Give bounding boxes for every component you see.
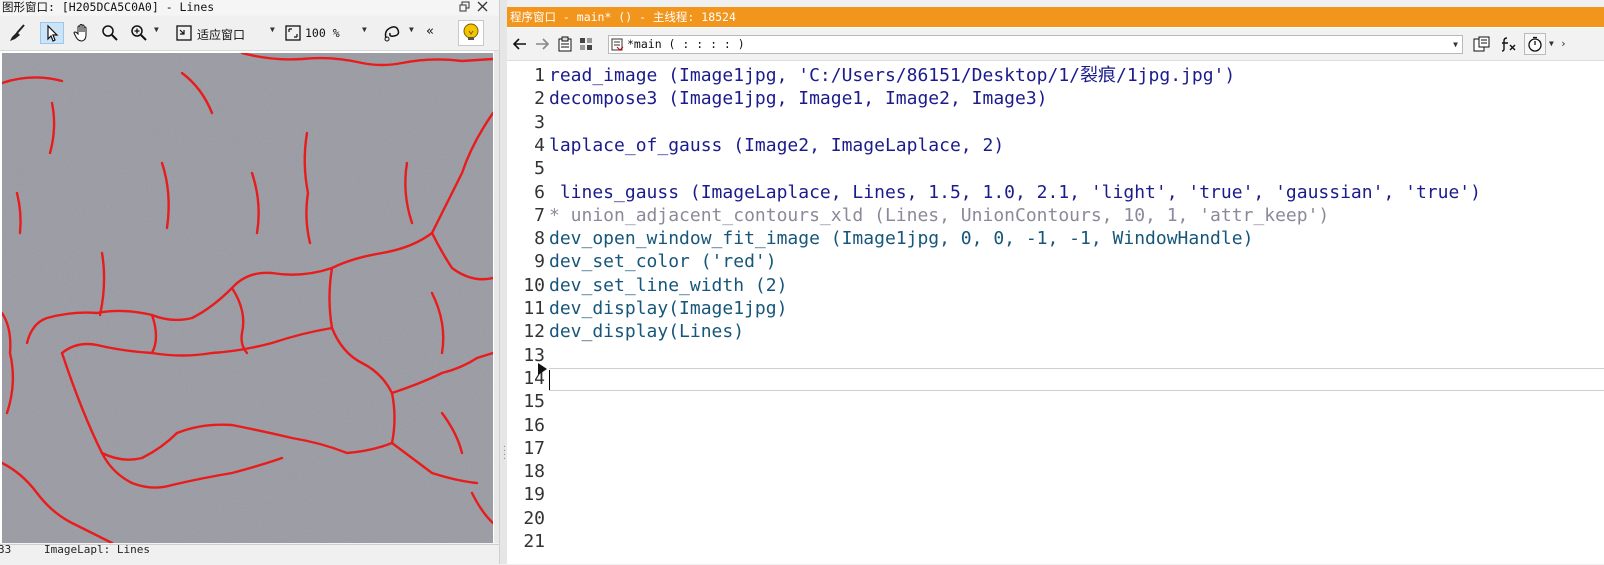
copy-procedure-icon[interactable] [1472, 35, 1492, 53]
code-line[interactable]: 21 [507, 530, 1604, 553]
procedure-icon [611, 38, 624, 56]
zoom-percent-dropdown-icon[interactable]: ▼ [362, 25, 367, 34]
line-number: 18 [523, 461, 545, 483]
zoom-percent-label[interactable]: 100 % [305, 26, 340, 40]
graphics-toolbar: ▼ 适应窗口 ▼ 100 % ▼ ▼ « [0, 16, 506, 51]
status-right-text: ImageLapl: Lines [44, 543, 150, 556]
restore-window-icon[interactable] [458, 1, 471, 14]
program-toolbar: *main ( : : : : ) ▼ ▼ › [507, 28, 1604, 61]
procedure-select-value: *main ( : : : : ) [627, 37, 745, 51]
lightbulb-icon[interactable] [458, 20, 484, 46]
code-line[interactable]: 16 [507, 414, 1604, 437]
code-line[interactable]: 9 dev_set_color ('red') [507, 250, 1604, 273]
zoom-mode-label[interactable]: 适应窗口 [197, 26, 245, 43]
magnify-icon[interactable] [98, 22, 122, 44]
code-line[interactable]: 4 laplace_of_gauss (Image2, ImageLaplace,… [507, 134, 1604, 157]
line-number: 5 [534, 158, 545, 180]
line-number: 1 [534, 65, 545, 86]
code-line[interactable]: 17 [507, 437, 1604, 460]
draw-region-dropdown-icon[interactable]: ▼ [409, 25, 414, 34]
more-tools-icon[interactable]: « [426, 24, 434, 39]
timer-icon[interactable] [1524, 33, 1546, 55]
fit-window-icon[interactable] [174, 22, 194, 44]
line-number: 17 [523, 437, 545, 459]
code-line[interactable]: 6 lines_gauss (ImageLaplace, Lines, 1.5,… [507, 181, 1604, 204]
back-arrow-icon[interactable] [512, 36, 528, 52]
code-text: dev_open_window_fit_image (Image1jpg, 0,… [549, 228, 1254, 250]
line-number: 12 [523, 321, 545, 343]
code-line[interactable]: 18 [507, 460, 1604, 483]
code-text: dev_set_line_width (2) [549, 274, 788, 296]
code-line[interactable]: 15 [507, 390, 1604, 413]
grid-view-icon[interactable] [578, 35, 594, 53]
crack-image-with-lines [2, 53, 493, 543]
chevron-down-icon[interactable]: ▼ [1453, 36, 1458, 53]
code-line[interactable]: 13 [507, 344, 1604, 367]
graphics-window-title: 图形窗口: [H205DCA5C0A0] - Lines [2, 0, 215, 14]
code-text: read_image (Image1jpg, 'C:/Users/86151/D… [549, 65, 1236, 86]
line-number: 2 [534, 88, 545, 110]
forward-arrow-icon[interactable] [534, 36, 550, 52]
line-number: 4 [534, 134, 545, 156]
code-line[interactable]: 2 decompose3 (Image1jpg, Image1, Image2, … [507, 87, 1604, 110]
toolbar-overflow-icon[interactable]: › [1560, 37, 1567, 50]
code-line[interactable]: 1 read_image (Image1jpg, 'C:/Users/86151/… [507, 64, 1604, 87]
code-text: * union_adjacent_contours_xld (Lines, Un… [549, 204, 1330, 226]
code-line[interactable]: 14 [507, 367, 1604, 390]
code-text: lines_gauss (ImageLaplace, Lines, 1.5, 1… [549, 181, 1481, 203]
graphics-window-titlebar: 图形窗口: [H205DCA5C0A0] - Lines [0, 0, 506, 15]
code-line[interactable]: 10 dev_set_line_width (2) [507, 274, 1604, 297]
clipboard-icon[interactable] [557, 35, 573, 53]
draw-region-icon[interactable] [381, 22, 405, 44]
pan-hand-icon[interactable] [70, 22, 94, 44]
code-line[interactable]: 3 [507, 111, 1604, 134]
timer-dropdown-icon[interactable]: ▼ [1549, 39, 1554, 48]
zoom-percent-icon[interactable] [283, 22, 303, 44]
close-window-icon[interactable] [476, 1, 489, 14]
code-line[interactable]: 7 * union_adjacent_contours_xld (Lines, U… [507, 204, 1604, 227]
function-clear-icon[interactable] [1498, 35, 1518, 53]
line-number: 11 [523, 298, 545, 319]
code-line[interactable]: 8 dev_open_window_fit_image (Image1jpg, 0… [507, 227, 1604, 250]
code-text: dev_display(Lines) [549, 321, 745, 343]
program-window-top-gap [507, 0, 1604, 7]
text-caret [549, 370, 550, 390]
code-text: laplace_of_gauss (Image2, ImageLaplace, … [549, 134, 1005, 156]
pointer-tool-icon[interactable] [40, 22, 64, 44]
line-number: 20 [523, 507, 545, 529]
graphics-bottom-status: 33 ImageLapl: Lines [0, 543, 500, 565]
line-number: 3 [534, 111, 545, 133]
code-text: decompose3 (Image1jpg, Image1, Image2, I… [549, 88, 1048, 110]
graphics-window: 图形窗口: [H205DCA5C0A0] - Lines ▼ 适应窗口 ▼ 10… [0, 0, 506, 565]
line-number: 15 [523, 391, 545, 413]
code-line[interactable]: 5 [507, 157, 1604, 180]
code-text: dev_set_color ('red') [549, 251, 777, 273]
code-line[interactable]: 19 [507, 483, 1604, 506]
program-window-titlebar: 程序窗口 - main* () - 主线程: 18524 [507, 7, 1604, 27]
code-editor[interactable]: 1 read_image (Image1jpg, 'C:/Users/86151/… [507, 61, 1604, 564]
line-number: 7 [534, 204, 545, 226]
code-line[interactable]: 12 dev_display(Lines) [507, 320, 1604, 343]
procedure-select[interactable]: *main ( : : : : ) ▼ [608, 35, 1463, 54]
clear-window-broom-icon[interactable] [6, 22, 30, 44]
line-number: 8 [534, 228, 545, 250]
zoom-in-dropdown-icon[interactable]: ▼ [154, 25, 159, 34]
line-number: 16 [523, 414, 545, 436]
program-counter-icon [538, 363, 547, 375]
program-window: 程序窗口 - main* () - 主线程: 18524 *main ( : :… [507, 0, 1604, 564]
zoom-in-icon[interactable] [127, 22, 151, 44]
code-line[interactable]: 20 [507, 507, 1604, 530]
code-text: dev_display(Image1jpg) [549, 298, 788, 319]
line-number: 21 [523, 531, 545, 552]
line-number: 19 [523, 484, 545, 506]
line-number: 9 [534, 251, 545, 273]
program-window-title: 程序窗口 - main* () - 主线程: 18524 [510, 10, 736, 24]
graphics-canvas[interactable] [0, 51, 498, 543]
zoom-mode-dropdown-icon[interactable]: ▼ [270, 25, 275, 34]
line-number: 10 [523, 274, 545, 296]
line-number: 6 [534, 181, 545, 203]
status-left-text: 33 [0, 543, 12, 556]
code-line[interactable]: 11 dev_display(Image1jpg) [507, 297, 1604, 320]
